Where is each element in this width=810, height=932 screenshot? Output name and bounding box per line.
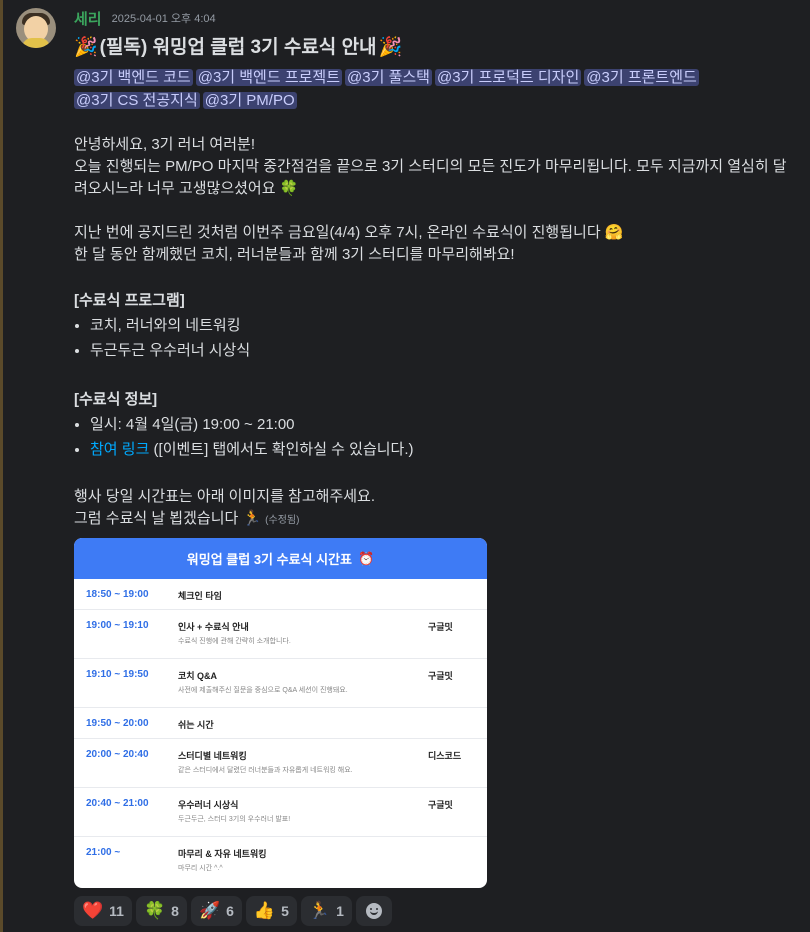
clover-icon: 🍀 [279,180,299,197]
party-popper-icon: 🎉 [378,37,403,58]
add-reaction-button[interactable] [355,896,392,926]
schedule-item-desc: 사전에 제출해주신 질문을 중심으로 Q&A 세션이 진행돼요. [178,687,348,694]
closing-text-1: 행사 당일 시간표는 아래 이미지를 참고해주세요. [74,488,376,505]
thumbs-up-icon: 👍 [253,901,276,920]
role-mention-cs[interactable]: @3기 CS 전공지식 [74,92,200,109]
schedule-header: 워밍업 클럽 3기 수료식 시간표 ⏰ [74,538,487,579]
author-name[interactable]: 세리 [74,8,102,29]
reaction-heart[interactable]: ❤️ 11 [74,896,132,926]
schedule-location: 디스코드 [428,751,462,761]
rocket-icon: 🚀 [198,901,221,920]
alarm-clock-icon: ⏰ [358,550,375,566]
smile-icon [365,903,382,919]
message-title: 🎉 (필독) 워밍업 클럽 3기 수료식 안내 🎉 [74,34,794,62]
schedule-time: 20:40 ~ 21:00 [86,798,149,809]
role-mention-backend-project[interactable]: @3기 백엔드 프로젝트 [195,69,343,86]
closing-text-2: 그럼 수료식 날 뵙겠습니다 [74,510,239,527]
reaction-rocket[interactable]: 🚀 6 [190,896,242,926]
schedule-time: 19:50 ~ 20:00 [86,718,149,729]
schedule-location: 구글밋 [428,622,453,632]
schedule-item-title: 우수러너 시상식 [178,800,239,810]
greeting-text: 안녕하세요, 3기 러너 여러분! [74,136,255,153]
chat-message: 세리 2025-04-01 오후 4:04 🎉 (필독) 워밍업 클럽 3기 수… [0,0,810,932]
schedule-item-title: 마무리 & 자유 네트워킹 [178,849,267,859]
schedule-time: 19:00 ~ 19:10 [86,620,149,631]
reaction-clover[interactable]: 🍀 8 [135,896,187,926]
schedule-time: 18:50 ~ 19:00 [86,589,149,600]
message-timestamp[interactable]: 2025-04-01 오후 4:04 [112,10,216,26]
role-mentions: @3기 백엔드 코드 @3기 백엔드 프로젝트 @3기 풀스택 @3기 프로덕트 디자… [74,66,794,112]
intro-text: 오늘 진행되는 PM/PO 마지막 중간점검을 끝으로 3기 스터디의 모든 진… [74,158,787,197]
message-content: 🎉 (필독) 워밍업 클럽 3기 수료식 안내 🎉 @3기 백엔드 코드 @3기 … [74,34,794,532]
schedule-row: 20:40 ~ 21:00 우수러너 시상식 두근두근, 스터디 3기의 우수러… [74,788,487,837]
edited-label: (수정됨) [265,515,300,526]
info-heading: [수료식 정보] [74,391,158,408]
reaction-count: 8 [171,903,179,919]
reaction-bar: ❤️ 11 🍀 8 🚀 6 👍 5 🏃 1 [74,896,392,926]
schedule-row: 19:50 ~ 20:00 쉬는 시간 [74,708,487,739]
reaction-count: 5 [281,903,289,919]
role-mention-frontend[interactable]: @3기 프론트엔드 [584,69,699,86]
reaction-count: 1 [336,903,344,919]
schedule-item-title: 스터디별 네트워킹 [178,751,247,761]
schedule-title: 워밍업 클럽 3기 수료식 시간표 [186,552,352,567]
schedule-image[interactable]: 워밍업 클럽 3기 수료식 시간표 ⏰ 18:50 ~ 19:00 체크인 타임… [74,538,487,888]
program-list: 코치, 러너와의 네트워킹 두근두근 우수러너 시상식 [74,315,794,362]
role-mention-pmpo[interactable]: @3기 PM/PO [202,92,297,109]
hugging-face-icon: 🤗 [604,224,624,241]
schedule-item-desc: 같은 스터디에서 달렸던 러너분들과 자유롭게 네트워킹 해요. [178,767,353,774]
schedule-row: 20:00 ~ 20:40 스터디별 네트워킹 같은 스터디에서 달렸던 러너분… [74,739,487,788]
runner-icon: 🏃 [242,510,262,527]
list-item: 일시: 4월 4일(금) 19:00 ~ 21:00 [90,414,794,436]
schedule-item-title: 코치 Q&A [178,671,218,681]
schedule-location: 구글밋 [428,671,453,681]
schedule-item-title: 체크인 타임 [178,591,222,601]
program-heading: [수료식 프로그램] [74,292,185,309]
schedule-row: 21:00 ~ 마무리 & 자유 네트워킹 마무리 시간 ^.^ [74,837,487,885]
link-note: ([이벤트] 탭에서도 확인하실 수 있습니다.) [149,441,414,458]
clover-icon: 🍀 [143,901,166,920]
reaction-runner[interactable]: 🏃 1 [300,896,352,926]
schedule-item-title: 인사 + 수료식 안내 [178,622,249,632]
list-item: 코치, 러너와의 네트워킹 [90,315,794,337]
list-item: 두근두근 우수러너 시상식 [90,340,794,362]
reaction-count: 6 [226,903,234,919]
avatar[interactable] [16,8,56,48]
schedule-item-desc: 수료식 진행에 관해 간략히 소개합니다. [178,638,291,645]
closing-paragraph: 그럼 수료식 날 뵙겠습니다 🏃 (수정됨) [74,508,794,532]
heart-icon: ❤️ [82,901,104,920]
notice-paragraph: 지난 번에 공지드린 것처럼 이번주 금요일(4/4) 오후 7시, 온라인 수… [74,222,794,244]
reaction-count: 11 [109,903,124,919]
notice-text: 지난 번에 공지드린 것처럼 이번주 금요일(4/4) 오후 7시, 온라인 수… [74,224,601,241]
notice-text-2: 한 달 동안 함께했던 코치, 러너분들과 함께 3기 스터디를 마무리해봐요! [74,246,515,263]
role-mention-backend-code[interactable]: @3기 백엔드 코드 [74,69,193,86]
role-mention-fullstack[interactable]: @3기 풀스택 [345,69,432,86]
join-link[interactable]: 참여 링크 [90,441,149,458]
schedule-row: 19:00 ~ 19:10 인사 + 수료식 안내 수료식 진행에 관해 간략히… [74,610,487,659]
runner-icon: 🏃 [308,901,331,920]
schedule-item-desc: 두근두근, 스터디 3기의 우수러너 발표! [178,816,291,823]
schedule-item-title: 쉬는 시간 [178,720,214,730]
schedule-time: 21:00 ~ [86,847,121,858]
title-text: (필독) 워밍업 클럽 3기 수료식 안내 [99,37,377,58]
info-list: 일시: 4월 4일(금) 19:00 ~ 21:00 참여 링크 ([이벤트] … [74,414,794,461]
role-mention-product-design[interactable]: @3기 프로덕트 디자인 [434,69,582,86]
party-popper-icon: 🎉 [74,37,98,58]
reaction-thumbs-up[interactable]: 👍 5 [245,896,297,926]
schedule-row: 18:50 ~ 19:00 체크인 타임 [74,579,487,610]
schedule-time: 20:00 ~ 20:40 [86,749,149,760]
message-header: 세리 2025-04-01 오후 4:04 [74,8,216,28]
schedule-time: 19:10 ~ 19:50 [86,669,149,680]
schedule-row: 19:10 ~ 19:50 코치 Q&A 사전에 제출해주신 질문을 중심으로 … [74,659,487,708]
schedule-item-desc: 마무리 시간 ^.^ [178,865,223,872]
list-item: 참여 링크 ([이벤트] 탭에서도 확인하실 수 있습니다.) [90,439,794,461]
schedule-location: 구글밋 [428,800,453,810]
intro-paragraph: 오늘 진행되는 PM/PO 마지막 중간점검을 끝으로 3기 스터디의 모든 진… [74,156,794,200]
